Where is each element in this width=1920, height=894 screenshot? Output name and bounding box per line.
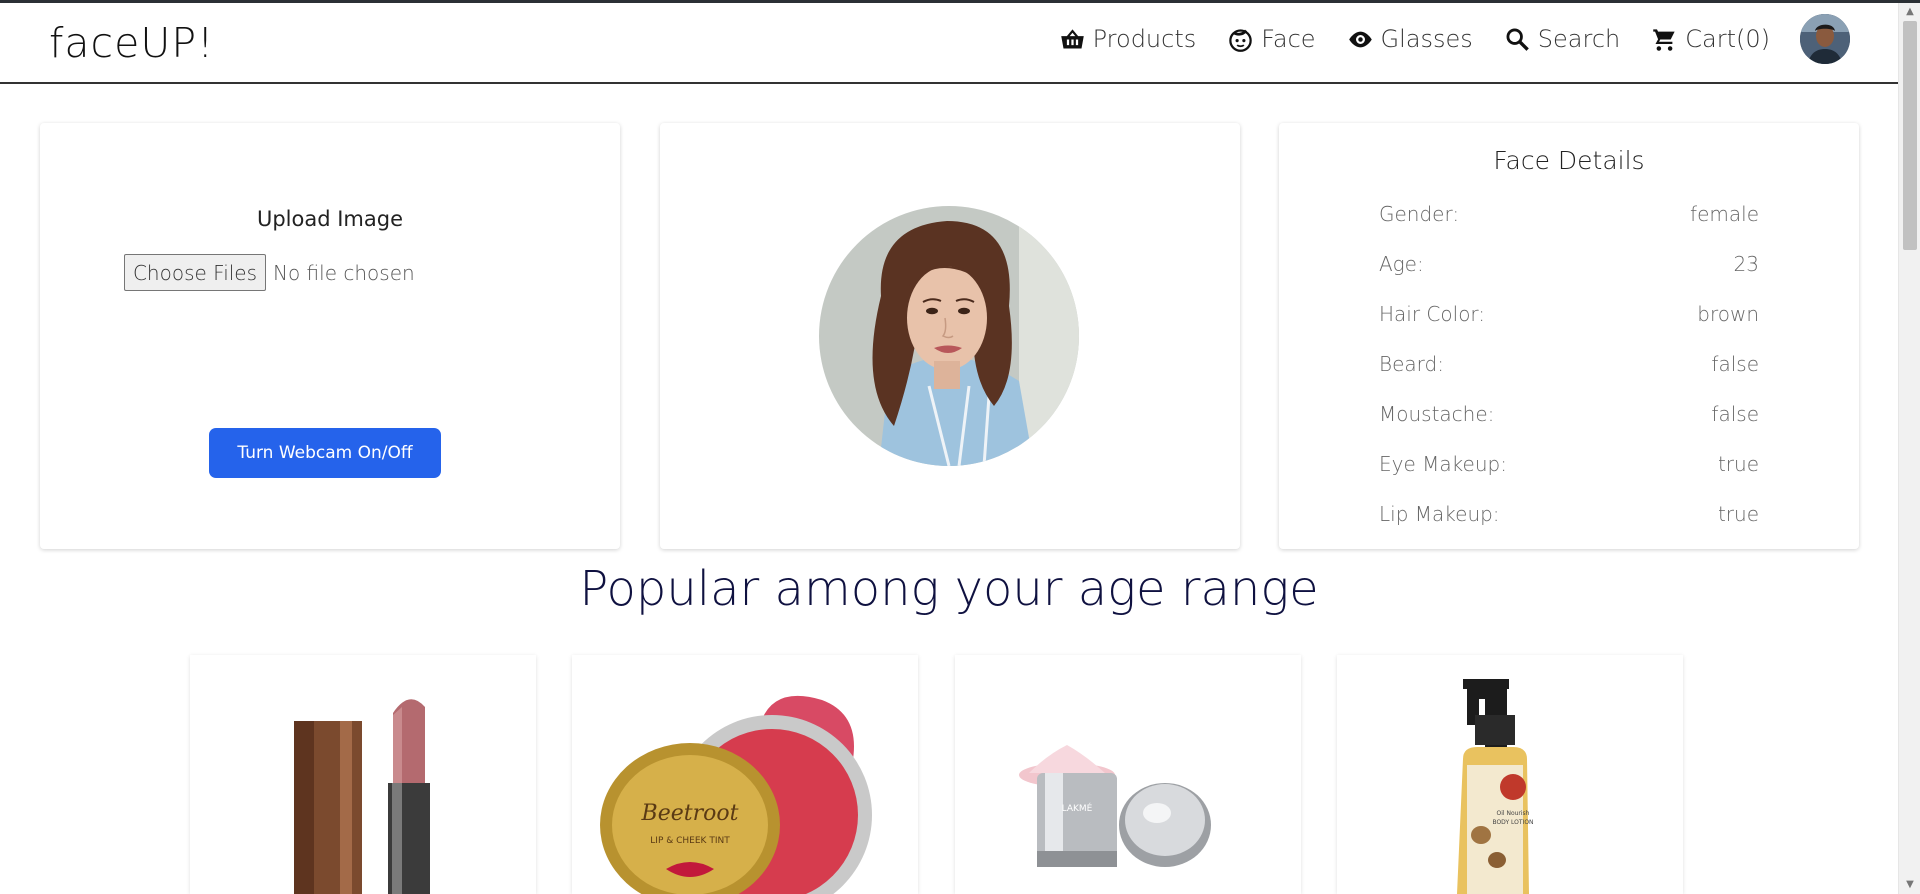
basket-icon xyxy=(1060,28,1084,48)
detail-row-eye-makeup: Eye Makeup: true xyxy=(1379,452,1759,476)
product-card-lip-tint[interactable]: Beetroot LIP & CHEEK TINT xyxy=(572,655,918,894)
lotion-line-text: Oil Nourish xyxy=(1497,810,1530,817)
page-scrollbar[interactable]: ▲ ▼ xyxy=(1898,3,1920,894)
detail-row-moustache: Moustache: false xyxy=(1379,402,1759,426)
search-icon xyxy=(1506,28,1529,51)
nav-menu: Products Face Glasses Search Cart(0) xyxy=(1028,3,1898,75)
avatar-image xyxy=(1800,14,1850,64)
detail-row-hair-color: Hair Color: brown xyxy=(1379,302,1759,326)
face-details-card: Face Details Gender: female Age: 23 Hair… xyxy=(1279,123,1859,549)
scroll-up-arrow-icon[interactable]: ▲ xyxy=(1899,3,1920,21)
scroll-down-arrow-icon[interactable]: ▼ xyxy=(1899,876,1920,894)
detail-value: 23 xyxy=(1733,252,1759,276)
nav-face[interactable]: Face xyxy=(1227,25,1316,53)
nav-cart-label: Cart(0) xyxy=(1685,25,1770,53)
face-photo-card xyxy=(660,123,1240,549)
webcam-toggle-button[interactable]: Turn Webcam On/Off xyxy=(209,428,441,478)
nav-glasses-label: Glasses xyxy=(1380,25,1473,53)
upload-card: Upload Image Choose Files No file chosen… xyxy=(40,123,620,549)
detail-label: Age: xyxy=(1379,252,1424,276)
tint-brand-text: Beetroot xyxy=(641,801,739,826)
nav-cart[interactable]: Cart(0) xyxy=(1651,25,1770,53)
detail-label: Eye Makeup: xyxy=(1379,452,1507,476)
face-photo xyxy=(819,206,1079,466)
product-card-lipstick[interactable] xyxy=(190,655,536,894)
detail-label: Lip Makeup: xyxy=(1379,502,1500,526)
nav-search-label: Search xyxy=(1537,25,1621,53)
detail-value: true xyxy=(1717,452,1759,476)
product-card-face-cream[interactable]: LAKMÉ xyxy=(955,655,1301,894)
detail-label: Hair Color: xyxy=(1379,302,1486,326)
detail-row-age: Age: 23 xyxy=(1379,252,1759,276)
product-image-face-cream: LAKMÉ xyxy=(1019,745,1211,867)
popular-section-title: Popular among your age range xyxy=(579,561,1319,617)
eye-icon xyxy=(1348,31,1372,47)
detail-label: Beard: xyxy=(1379,352,1444,376)
scroll-thumb[interactable] xyxy=(1903,21,1917,250)
product-image-lip-tint: Beetroot LIP & CHEEK TINT xyxy=(600,695,872,894)
brand-logo[interactable]: faceUP! xyxy=(49,19,215,67)
detail-value: false xyxy=(1711,352,1759,376)
details-title: Face Details xyxy=(1493,146,1645,175)
choose-files-button[interactable]: Choose Files xyxy=(124,254,266,291)
nav-products[interactable]: Products xyxy=(1059,25,1197,53)
detail-value: female xyxy=(1690,202,1759,226)
avatar[interactable] xyxy=(1800,14,1850,64)
product-image-body-lotion: Oil Nourish BODY LOTION xyxy=(1457,679,1534,894)
detail-row-lip-makeup: Lip Makeup: true xyxy=(1379,502,1759,526)
face-photo-image xyxy=(819,206,1079,466)
file-status: No file chosen xyxy=(273,260,415,285)
product-image-lipstick xyxy=(294,699,430,894)
detail-value: false xyxy=(1711,402,1759,426)
tint-type-text: LIP & CHEEK TINT xyxy=(650,836,730,846)
product-card-body-lotion[interactable]: Oil Nourish BODY LOTION xyxy=(1337,655,1683,894)
lotion-type-text: BODY LOTION xyxy=(1492,819,1533,826)
nav-glasses[interactable]: Glasses xyxy=(1347,25,1473,53)
detail-row-gender: Gender: female xyxy=(1379,202,1759,226)
nav-face-label: Face xyxy=(1261,25,1316,53)
nav-products-label: Products xyxy=(1092,25,1197,53)
cream-brand-text: LAKMÉ xyxy=(1062,802,1093,814)
detail-label: Moustache: xyxy=(1379,402,1495,426)
navbar: faceUP! Products Face Glasses Search Car… xyxy=(0,3,1898,84)
detail-value: true xyxy=(1717,502,1759,526)
nav-search[interactable]: Search xyxy=(1504,25,1620,53)
detail-label: Gender: xyxy=(1379,202,1460,226)
file-input[interactable]: Choose Files No file chosen xyxy=(124,254,415,291)
cart-icon xyxy=(1653,28,1675,51)
upload-title: Upload Image xyxy=(256,207,404,231)
face-icon xyxy=(1229,28,1253,52)
detail-value: brown xyxy=(1697,302,1759,326)
detail-row-beard: Beard: false xyxy=(1379,352,1759,376)
